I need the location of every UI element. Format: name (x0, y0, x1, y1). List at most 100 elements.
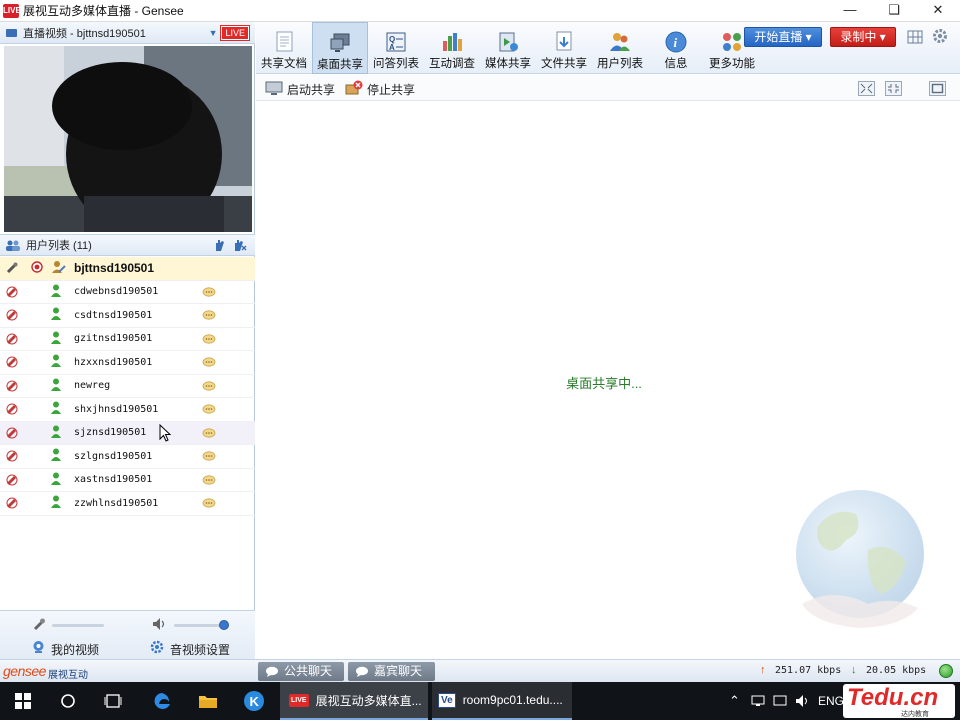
user-list-title: 用户列表 (11) (26, 240, 92, 252)
close-button[interactable]: ✕ (916, 0, 960, 22)
mic-muted-icon[interactable] (5, 285, 19, 299)
chat-bubble-icon[interactable] (202, 427, 216, 439)
list-item[interactable]: csdtnsd190501 (0, 304, 255, 328)
screen-icon[interactable] (773, 694, 787, 708)
user-name: xastnsd190501 (74, 474, 153, 486)
webcam-icon[interactable] (31, 261, 45, 276)
more-icon (723, 33, 741, 51)
chat-bubble-icon[interactable] (202, 474, 216, 486)
input-language[interactable]: ENG (818, 694, 844, 708)
grid-layout-icon[interactable] (907, 30, 923, 44)
vnc-icon: Ve (438, 692, 456, 708)
minimize-button[interactable]: — (828, 0, 872, 22)
speaker-icon[interactable] (152, 617, 168, 631)
tab-guest-chat[interactable]: 嘉宾聊天 (348, 662, 435, 681)
start-live-button[interactable]: 开始直播 ▾ (744, 27, 822, 47)
restore-button[interactable]: ❏ (872, 0, 916, 22)
slider-handle[interactable] (219, 620, 229, 630)
toolbar-info[interactable]: i 信息 (648, 22, 704, 74)
app-k-icon: K (244, 691, 264, 711)
person-icon (51, 425, 63, 441)
mic-muted-icon[interactable] (5, 402, 19, 416)
list-item[interactable]: shxjhnsd190501 (0, 398, 255, 422)
chat-bubble-icon[interactable] (202, 380, 216, 392)
chat-bubble-icon[interactable] (202, 498, 216, 509)
svg-text:i: i (674, 35, 678, 50)
start-share-button[interactable]: 启动共享 (287, 81, 335, 98)
folder-icon (199, 696, 217, 708)
chat-bubble-icon[interactable] (202, 357, 216, 368)
watermark-text: Tedu.cn (847, 684, 939, 711)
search-icon (61, 694, 75, 708)
my-video-button[interactable]: 我的视频 (51, 641, 99, 658)
mic-muted-icon[interactable] (5, 355, 19, 369)
edge-button[interactable] (140, 682, 184, 720)
mic-muted-icon[interactable] (5, 496, 19, 510)
list-item[interactable]: szlgnsd190501 (0, 445, 255, 469)
list-item[interactable]: newreg (0, 375, 255, 398)
chevron-down-icon[interactable]: ▼ (209, 28, 218, 38)
raise-hand-icon[interactable] (213, 238, 225, 252)
search-button[interactable] (46, 682, 90, 720)
microphone-icon[interactable] (32, 617, 46, 631)
toolbar-qa-list[interactable]: QA 问答列表 (368, 22, 424, 74)
network-icon[interactable] (751, 695, 765, 707)
lower-hand-icon[interactable] (233, 238, 247, 252)
start-button[interactable] (0, 682, 46, 720)
chat-bubble-icon[interactable] (202, 451, 216, 462)
toolbar-file-share[interactable]: 文件共享 (536, 22, 592, 74)
svg-text:A: A (389, 43, 395, 52)
user-list-header: 用户列表 (11) (0, 234, 255, 256)
mic-muted-icon[interactable] (5, 379, 19, 393)
live-app-icon: LIVE (289, 693, 309, 707)
stop-share-button[interactable]: 停止共享 (367, 81, 415, 98)
mic-muted-icon[interactable] (5, 449, 19, 463)
volume-icon[interactable] (795, 694, 811, 708)
mic-volume-slider[interactable] (52, 624, 104, 627)
mic-muted-icon[interactable] (5, 308, 19, 322)
recording-button[interactable]: 录制中 ▾ (830, 27, 896, 47)
actual-size-icon[interactable] (885, 81, 902, 96)
qa-icon: QA (386, 32, 406, 52)
task-view-button[interactable] (90, 682, 136, 720)
list-item[interactable]: hzxxnsd190501 (0, 351, 255, 375)
toolbar-user-list[interactable]: 用户列表 (592, 22, 648, 74)
taskbar-vnc[interactable]: Ve room9pc01.tedu.... (432, 682, 572, 720)
fit-screen-icon[interactable] (858, 81, 875, 96)
file-explorer-button[interactable] (186, 682, 230, 720)
chat-bubble-icon[interactable] (202, 310, 216, 321)
presenter-icon (51, 260, 66, 277)
chevron-up-icon[interactable]: ⌃ (729, 693, 740, 709)
chat-bubble-icon[interactable] (202, 286, 216, 298)
mic-muted-icon[interactable] (5, 332, 19, 346)
gear-icon[interactable] (932, 28, 948, 44)
toolbar-shared-docs[interactable]: 共享文档 (256, 22, 312, 74)
download-rate: 20.05 kbps (866, 665, 927, 676)
taskbar-label: room9pc01.tedu.... (462, 693, 563, 707)
user-name: newreg (74, 380, 111, 392)
av-settings-button[interactable]: 音视频设置 (170, 641, 230, 658)
share-controls-bar: 启动共享 停止共享 (256, 75, 960, 101)
fullscreen-icon[interactable] (929, 81, 946, 96)
list-item[interactable]: gzitnsd190501 (0, 328, 255, 351)
live-video-feed[interactable] (4, 46, 252, 232)
globe-logo-icon (796, 490, 924, 628)
mic-muted-icon[interactable] (5, 473, 19, 487)
mic-muted-icon[interactable] (5, 426, 19, 440)
list-item[interactable]: sjznsd190501 (0, 421, 255, 445)
list-item[interactable]: xastnsd190501 (0, 469, 255, 492)
list-item[interactable]: cdwebnsd190501 (0, 281, 255, 304)
taskbar: K LIVE 展视互动多媒体直... Ve room9pc01.tedu....… (0, 682, 960, 720)
chat-bubble-icon[interactable] (202, 333, 216, 345)
share-canvas[interactable]: 桌面共享中... (256, 102, 960, 659)
toolbar-survey[interactable]: 互动调查 (424, 22, 480, 74)
toolbar-desktop-share[interactable]: 桌面共享 (312, 22, 368, 74)
list-item[interactable]: zzwhlnsd190501 (0, 492, 255, 516)
toolbar-media-share[interactable]: 媒体共享 (480, 22, 536, 74)
tab-public-chat[interactable]: 公共聊天 (258, 662, 344, 681)
taskbar-gensee[interactable]: LIVE 展视互动多媒体直... (280, 682, 428, 720)
microphone-icon[interactable] (5, 261, 19, 275)
chat-bubble-icon[interactable] (202, 404, 216, 415)
list-item[interactable]: bjttnsd190501 (0, 257, 255, 281)
app-k-button[interactable]: K (232, 682, 276, 720)
